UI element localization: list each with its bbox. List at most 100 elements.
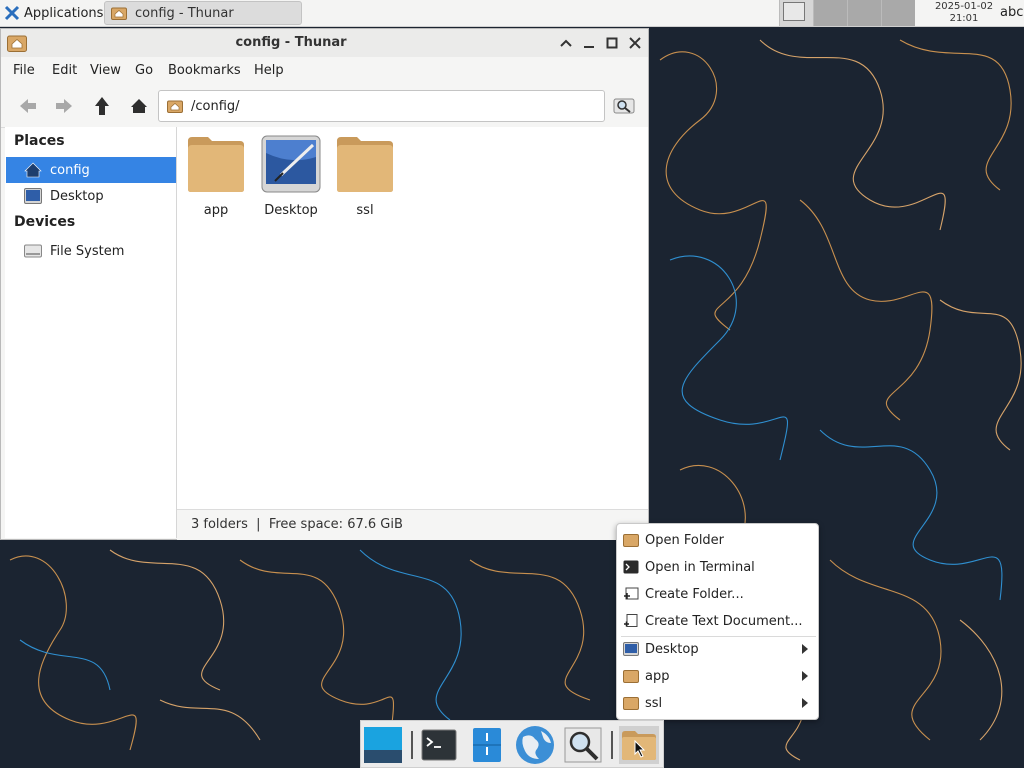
submenu-arrow-icon bbox=[802, 644, 808, 654]
search-icon bbox=[613, 98, 635, 114]
file-manager-window: config - Thunar File Edit View Go Bookma… bbox=[0, 28, 649, 540]
folder-icon bbox=[623, 670, 639, 683]
menu-item-label: Open Folder bbox=[645, 532, 725, 548]
desktop-icon bbox=[623, 642, 639, 656]
desktop-icon bbox=[24, 188, 42, 204]
minimize-button[interactable] bbox=[579, 33, 599, 53]
menu-item-app[interactable]: app bbox=[621, 663, 816, 689]
file-item-ssl[interactable]: ssl bbox=[328, 135, 402, 218]
menu-item-ssl[interactable]: ssl bbox=[621, 690, 816, 716]
sidebar-item-config[interactable]: config bbox=[6, 157, 176, 183]
minimize-icon bbox=[584, 46, 594, 48]
show-desktop-icon bbox=[364, 727, 402, 763]
clock-time: 21:01 bbox=[949, 13, 979, 24]
web-browser-icon bbox=[516, 726, 554, 764]
arrow-left-icon bbox=[20, 99, 36, 113]
menu-item-desktop[interactable]: Desktop bbox=[621, 636, 816, 662]
menu-help[interactable]: Help bbox=[254, 57, 284, 85]
home-folder-icon bbox=[111, 7, 127, 20]
menu-edit[interactable]: Edit bbox=[52, 57, 77, 85]
submenu-arrow-icon bbox=[802, 698, 808, 708]
menu-item-label: app bbox=[645, 668, 670, 684]
sidebar-item-desktop[interactable]: Desktop bbox=[6, 183, 176, 209]
folder-icon bbox=[623, 534, 639, 547]
sidebar-item-label: Desktop bbox=[50, 188, 104, 204]
dock-panel bbox=[360, 720, 664, 768]
home-button[interactable] bbox=[126, 94, 152, 118]
sidebar-item-label: config bbox=[50, 162, 90, 178]
terminal-icon bbox=[421, 729, 457, 761]
folder-icon bbox=[337, 137, 393, 192]
desktop-folder-icon bbox=[261, 135, 321, 193]
menu-item-label: Create Folder... bbox=[645, 586, 744, 602]
statusbar: 3 folders | Free space: 67.6 GiB bbox=[177, 509, 648, 540]
clock[interactable]: 2025-01-02 21:01 bbox=[930, 1, 998, 25]
clock-date: 2025-01-02 bbox=[934, 1, 994, 12]
menu-item-create-folder[interactable]: Create Folder... bbox=[621, 581, 816, 607]
applications-menu-button[interactable]: Applications bbox=[0, 0, 107, 26]
arrow-up-icon bbox=[95, 97, 109, 115]
back-button[interactable] bbox=[15, 94, 41, 118]
menubar: File Edit View Go Bookmarks Help bbox=[1, 57, 648, 85]
forward-button[interactable] bbox=[51, 94, 77, 118]
home-icon bbox=[131, 99, 147, 113]
submenu-arrow-icon bbox=[802, 671, 808, 681]
folder-icon bbox=[188, 137, 244, 192]
folder-icon bbox=[623, 697, 639, 710]
menu-view[interactable]: View bbox=[90, 57, 121, 85]
menu-item-label: Desktop bbox=[645, 641, 699, 657]
taskbar-window-label: config - Thunar bbox=[135, 5, 234, 21]
terminal-icon bbox=[623, 560, 639, 574]
menu-item-label: ssl bbox=[645, 695, 663, 711]
web-browser-launcher[interactable] bbox=[515, 726, 555, 764]
file-manager-launcher[interactable] bbox=[467, 726, 507, 764]
search-button[interactable] bbox=[611, 94, 637, 118]
workspace-3[interactable] bbox=[847, 0, 881, 26]
dock-separator bbox=[611, 731, 613, 759]
workspace-4[interactable] bbox=[881, 0, 915, 26]
file-name: app bbox=[203, 203, 229, 218]
new-document-icon bbox=[624, 614, 638, 627]
location-bar[interactable]: /config/ bbox=[158, 90, 605, 122]
taskbar-window-button[interactable]: config - Thunar bbox=[104, 1, 302, 25]
window-title: config - Thunar bbox=[235, 35, 347, 50]
menu-bookmarks[interactable]: Bookmarks bbox=[168, 57, 241, 85]
sidebar-item-file-system[interactable]: File System bbox=[6, 238, 176, 264]
workspace-2[interactable] bbox=[813, 0, 847, 26]
status-text: 3 folders | Free space: 67.6 GiB bbox=[191, 517, 403, 532]
file-item-desktop[interactable]: Desktop bbox=[254, 135, 328, 218]
maximize-icon bbox=[606, 37, 618, 49]
sidebar-item-label: File System bbox=[50, 243, 125, 259]
devices-heading: Devices bbox=[14, 214, 76, 230]
app-finder-launcher[interactable] bbox=[563, 726, 603, 764]
parent-folder-button[interactable] bbox=[89, 94, 115, 118]
menu-item-create-text-document[interactable]: Create Text Document... bbox=[621, 608, 816, 634]
keyboard-layout-indicator[interactable]: abc bbox=[1000, 5, 1023, 20]
context-menu: Open Folder Open in Terminal Create Fold… bbox=[616, 523, 819, 720]
places-heading: Places bbox=[14, 133, 65, 149]
toolbar: /config/ bbox=[1, 85, 648, 128]
home-folder-icon bbox=[24, 162, 42, 178]
drive-icon bbox=[24, 244, 42, 258]
sidebar: Places config Desktop Devices File Syste… bbox=[5, 127, 177, 538]
top-panel: Applications config - Thunar 2025-01-02 … bbox=[0, 0, 1024, 27]
file-item-app[interactable]: app bbox=[179, 135, 253, 218]
terminal-launcher[interactable] bbox=[419, 726, 459, 764]
window-titlebar[interactable]: config - Thunar bbox=[1, 29, 648, 57]
menu-go[interactable]: Go bbox=[135, 57, 153, 85]
show-desktop-button[interactable] bbox=[363, 726, 403, 764]
menu-item-open-in-terminal[interactable]: Open in Terminal bbox=[621, 554, 816, 580]
menu-file[interactable]: File bbox=[13, 57, 35, 85]
chevron-up-icon bbox=[560, 39, 572, 47]
new-folder-icon bbox=[624, 587, 639, 600]
close-button[interactable] bbox=[625, 33, 645, 53]
file-name: ssl bbox=[356, 203, 374, 218]
shade-button[interactable] bbox=[556, 33, 576, 53]
file-view[interactable]: app Desktop ssl bbox=[177, 127, 648, 509]
xfce-logo-icon bbox=[4, 5, 20, 21]
maximize-button[interactable] bbox=[602, 33, 622, 53]
menu-item-open-folder[interactable]: Open Folder bbox=[621, 527, 816, 553]
app-finder-icon bbox=[564, 727, 602, 763]
arrow-right-icon bbox=[56, 99, 72, 113]
workspace-1[interactable] bbox=[779, 0, 813, 26]
